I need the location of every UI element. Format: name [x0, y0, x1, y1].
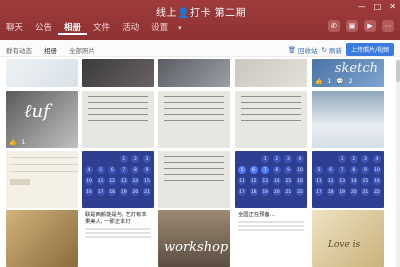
refresh-icon: ↻: [321, 45, 327, 54]
tab-announcements[interactable]: 公告: [29, 21, 58, 35]
photo-art: ℓuf: [24, 101, 50, 122]
photo-thumb[interactable]: workshop: [158, 210, 230, 267]
window-title: 线上👤打卡 第二期: [156, 8, 247, 19]
photo-thumb[interactable]: 1234 5 6 7 8 9 10 11 12 13 14 15 16 17 18 19 20 21 22: [235, 151, 307, 208]
album-subtabs: 群有动态 相册 全部照片: [6, 45, 95, 55]
photo-thumb[interactable]: sketch 👍 1 💬 2: [312, 59, 384, 87]
photo-thumb[interactable]: [312, 91, 384, 148]
photo-thumb[interactable]: ℓuf 👍 1: [6, 91, 78, 148]
tab-settings[interactable]: 设置: [145, 21, 174, 35]
photo-thumb[interactable]: [235, 91, 307, 148]
subtab-group-updates[interactable]: 群有动态: [6, 45, 32, 55]
video-icon[interactable]: ▶: [364, 20, 376, 32]
note-chip: [10, 179, 30, 185]
more-icon[interactable]: ⋯: [382, 20, 394, 32]
window-controls: — □ ✕: [358, 2, 396, 11]
photo-thumb[interactable]: ········································…: [6, 151, 78, 208]
tab-chat[interactable]: 聊天: [0, 21, 29, 35]
album-toolbar: 群有动态 相册 全部照片 🗑 回收站 ↻ 刷新 上传照片/视频: [0, 40, 400, 57]
main-tabs: 聊天 公告 相册 文件 活动 设置 ▾: [0, 21, 186, 35]
photo-thumb[interactable]: [6, 59, 78, 87]
photo-thumb[interactable]: [235, 59, 307, 87]
like-icon[interactable]: 👍: [315, 78, 322, 85]
title-actions: ✆ ▣ ▶ ⋯: [328, 20, 394, 32]
article-title: 全国正在预备...: [238, 212, 275, 218]
subtab-all-photos[interactable]: 全部照片: [69, 45, 95, 55]
photo-thumb[interactable]: [158, 59, 230, 87]
note-text: ········································…: [10, 169, 78, 175]
article-title: 联是西颜能是与, 艺灯有本果美人, 一那正本灯: [85, 212, 147, 225]
scrollbar-thumb[interactable]: [396, 60, 400, 82]
tab-activities[interactable]: 活动: [116, 21, 145, 35]
photo-thumb[interactable]: Love is: [312, 210, 384, 267]
recycle-bin-button[interactable]: 🗑 回收站: [288, 45, 318, 55]
upload-button[interactable]: 上传照片/视频: [345, 43, 394, 56]
photo-thumb[interactable]: 全国正在预备...: [235, 210, 307, 267]
photo-caption: workshop: [164, 240, 229, 255]
tab-album[interactable]: 相册: [58, 21, 88, 35]
maximize-icon[interactable]: □: [374, 2, 382, 11]
comment-icon[interactable]: 💬: [336, 78, 343, 85]
album-actions: 🗑 回收站 ↻ 刷新 上传照片/视频: [288, 43, 394, 56]
title-bar: 聊天 公告 相册 文件 活动 设置 ▾ 线上👤打卡 第二期 — □ ✕ ✆ ▣ …: [0, 0, 400, 40]
photo-thumb[interactable]: [82, 59, 154, 87]
note-text: ········································…: [10, 155, 78, 161]
photo-thumb[interactable]: 123 456789 10 11 12 13 14 15 16 17 18 19 20 21: [82, 151, 154, 208]
trash-icon: 🗑: [287, 45, 297, 54]
photo-thumb[interactable]: 1234 5 6 7 8 9 10 11 12 13 14 15 16 17 18 19 20 21 22: [312, 151, 384, 208]
photo-caption: sketch: [334, 61, 378, 76]
note-text: ········································…: [10, 162, 78, 168]
close-icon[interactable]: ✕: [389, 2, 396, 11]
photo-stats: 👍 1: [9, 139, 26, 146]
photo-thumb[interactable]: [82, 91, 154, 148]
refresh-button[interactable]: ↻ 刷新: [322, 45, 342, 55]
tab-files[interactable]: 文件: [87, 21, 116, 35]
photo-thumb[interactable]: [158, 151, 230, 208]
photo-thumb[interactable]: 联是西颜能是与, 艺灯有本果美人, 一那正本灯: [82, 210, 154, 267]
subtab-albums[interactable]: 相册: [44, 45, 57, 55]
chevron-down-icon[interactable]: ▾: [174, 24, 186, 32]
phone-icon[interactable]: ✆: [328, 20, 340, 32]
like-icon[interactable]: 👍: [9, 139, 16, 146]
photo-grid: sketch 👍 1 💬 2 ℓuf 👍 1 ·················…: [6, 59, 396, 267]
photo-thumb[interactable]: [6, 210, 78, 267]
photo-thumb[interactable]: [158, 91, 230, 148]
photo-stats: 👍 1 💬 2: [315, 78, 353, 85]
scrollbar[interactable]: [396, 59, 400, 267]
minimize-icon[interactable]: —: [358, 2, 366, 11]
screen-share-icon[interactable]: ▣: [346, 20, 358, 32]
photo-caption: Love is: [328, 240, 361, 250]
